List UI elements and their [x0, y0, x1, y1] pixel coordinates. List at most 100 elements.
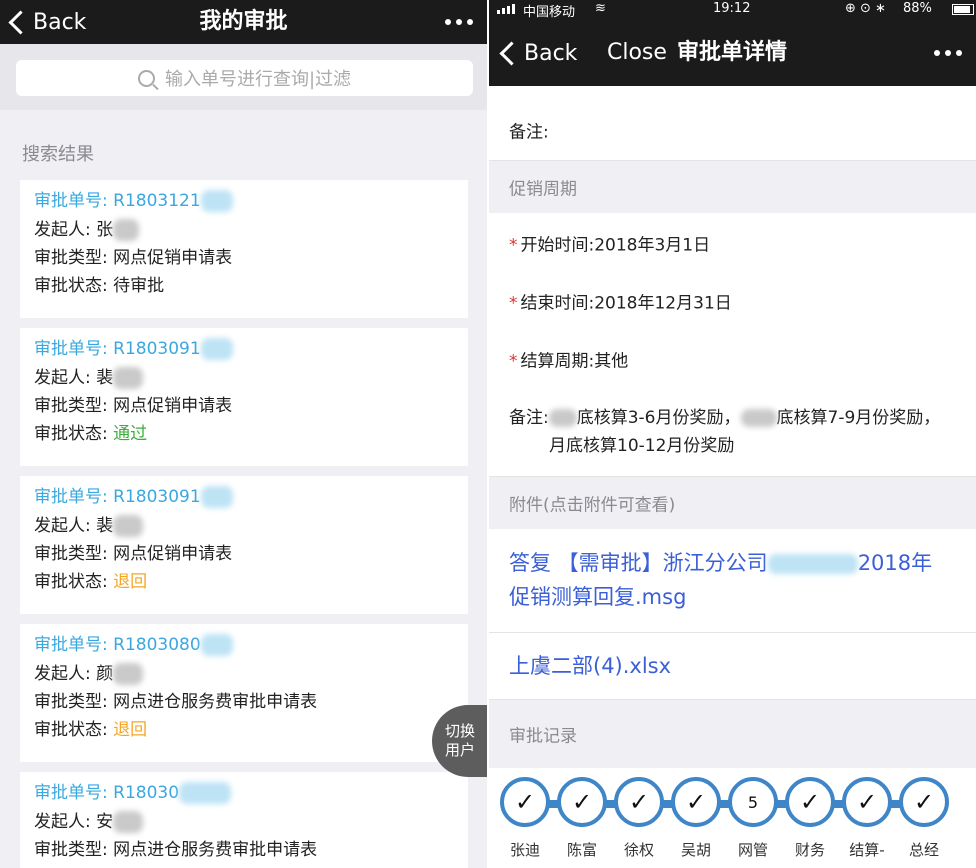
approver[interactable]: ✓ 总经	[899, 777, 949, 860]
approver[interactable]: ✓ 徐权	[614, 777, 664, 860]
more-button[interactable]	[445, 0, 473, 44]
approver-name: 财务	[794, 841, 825, 859]
chevron-left-icon	[8, 9, 33, 35]
close-button[interactable]: Close	[607, 20, 667, 86]
approval-detail-screen: 中国移动 ≋ 19:12 ⊕ ⊙ ∗ 88% Back Close 审批单详情 …	[489, 0, 976, 868]
nav-bar: Back Close 审批单详情	[489, 20, 976, 86]
attachment-line-2: 促销测算回复.msg	[509, 585, 687, 609]
approval-list-screen: Back 我的审批 输入单号进行查询|过滤 搜索结果 审批单号: R180312…	[0, 0, 487, 868]
approval-type: 审批类型: 网点进仓服务费审批申请表	[34, 840, 318, 860]
attachment-text-1a: 答复 【需审批】浙江分公司	[509, 551, 768, 575]
status-badge: 待审批	[113, 276, 165, 296]
redacted-blur	[113, 811, 144, 833]
approval-id: 审批单号: R1803080	[34, 630, 454, 660]
start-time-row: * 开始时间:2018年3月1日	[489, 214, 976, 273]
approval-id: 审批单号: R1803121	[34, 186, 454, 216]
approval-id: 审批单号: R1803091	[34, 482, 454, 512]
more-dot	[956, 50, 962, 56]
approval-status: 审批状态: 待审批	[34, 272, 454, 300]
search-input[interactable]: 输入单号进行查询|过滤	[16, 60, 473, 96]
approver[interactable]: ✓ 财务	[785, 777, 835, 860]
approver-name: 网管	[737, 841, 768, 859]
search-placeholder: 输入单号进行查询|过滤	[164, 69, 352, 90]
approval-record: ✓ 张迪 ✓ 陈富 ✓ 徐权 ✓ 吴胡 5 网管 ✓ 财务 ✓ 结算- ✓ 总经	[489, 770, 976, 868]
start-time-text: 开始时间:2018年3月1日	[520, 235, 711, 256]
more-button[interactable]	[934, 20, 962, 86]
approval-card[interactable]: 审批单号: R18030 发起人: 安 审批类型: 网点进仓服务费审批申请表	[20, 772, 468, 868]
initiator-text: 发起人: 张	[34, 220, 114, 240]
attachment-item[interactable]: 答复 【需审批】浙江分公司 2018年 促销测算回复.msg	[489, 530, 976, 633]
status-badge: 退回	[113, 572, 148, 592]
more-dot	[467, 19, 473, 25]
section-header: 审批记录	[489, 700, 976, 768]
settle-cycle-text: 结算周期:其他	[520, 351, 629, 372]
approval-type: 审批类型: 网点促销申请表	[34, 544, 233, 564]
nav-bar: Back 我的审批	[0, 0, 487, 44]
approval-id: 审批单号: R18030	[34, 778, 454, 808]
redacted-blur	[113, 515, 144, 537]
status-icons: ⊕ ⊙ ∗	[845, 1, 886, 16]
check-icon: ✓	[842, 777, 892, 827]
initiator-text: 发起人: 裴	[34, 368, 114, 388]
redacted-blur	[113, 367, 144, 389]
required-mark: *	[509, 351, 518, 372]
clock: 19:12	[713, 1, 751, 16]
signal-bar	[497, 10, 500, 14]
approval-card[interactable]: 审批单号: R1803121 发起人: 张 审批类型: 网点促销申请表 审批状态…	[20, 180, 468, 318]
more-dots-icon	[934, 50, 940, 56]
approval-card[interactable]: 审批单号: R1803080 发起人: 颜 审批类型: 网点进仓服务费审批申请表…	[20, 624, 468, 762]
initiator-text: 发起人: 裴	[34, 516, 114, 536]
back-button[interactable]: Back	[499, 20, 578, 86]
remark-line-2: 月底核算10-12月份奖励	[509, 432, 940, 460]
approver-name: 徐权	[623, 841, 654, 859]
attachment-text-1b: 2018年	[857, 551, 933, 575]
chevron-left-icon	[499, 40, 524, 66]
back-label: Back	[33, 9, 87, 35]
battery-icon	[952, 4, 974, 15]
section-title: 促销周期	[509, 179, 577, 200]
attachment-link[interactable]: 答复 【需审批】浙江分公司 2018年 促销测算回复.msg	[509, 546, 932, 614]
approval-type: 审批类型: 网点促销申请表	[34, 248, 233, 268]
status-label: 审批状态:	[34, 572, 114, 592]
approver[interactable]: 5 网管	[728, 777, 778, 860]
redacted-blur	[767, 554, 858, 574]
approval-id-text: 审批单号: R1803091	[34, 487, 201, 507]
end-time-row: * 结束时间:2018年12月31日	[489, 272, 976, 331]
signal-icon	[497, 4, 515, 14]
remark-detail-row: 备注: 底核算3-6月份奖励， 底核算7-9月份奖励， 月底核算10-12月份奖励	[489, 388, 976, 477]
initiator-text: 发起人: 安	[34, 812, 114, 832]
approval-status: 审批状态: 退回	[34, 716, 454, 744]
remark-text: 备注:	[509, 122, 549, 143]
check-icon: ✓	[614, 777, 664, 827]
initiator: 发起人: 颜	[34, 660, 454, 688]
approver[interactable]: ✓ 结算-	[842, 777, 892, 860]
wifi-icon: ≋	[595, 1, 606, 16]
approver[interactable]: ✓ 张迪	[500, 777, 550, 860]
remark-line-1: 备注: 底核算3-6月份奖励， 底核算7-9月份奖励，	[509, 404, 940, 432]
redacted-blur	[200, 338, 233, 360]
signal-bar	[512, 4, 515, 14]
status-bar: 中国移动 ≋ 19:12 ⊕ ⊙ ∗ 88%	[489, 0, 976, 20]
approver[interactable]: ✓ 吴胡	[671, 777, 721, 860]
back-button[interactable]: Back	[8, 0, 87, 44]
settle-cycle: * 结算周期:其他	[509, 347, 628, 372]
switch-user-label: 切换 用户	[445, 722, 475, 760]
approval-id-text: 审批单号: R1803080	[34, 635, 201, 655]
attachment-link[interactable]: 上虞二部(4).xlsx	[509, 649, 671, 683]
attachment-item[interactable]: 上虞二部(4).xlsx	[489, 633, 976, 700]
search-icon	[137, 69, 155, 87]
approval-type: 审批类型: 网点促销申请表	[34, 396, 233, 416]
approval-card[interactable]: 审批单号: R1803091 发起人: 裴 审批类型: 网点促销申请表 审批状态…	[20, 328, 468, 466]
check-icon: ✓	[671, 777, 721, 827]
status-label: 审批状态:	[34, 720, 114, 740]
more-dots-icon	[445, 19, 451, 25]
approval-card[interactable]: 审批单号: R1803091 发起人: 裴 审批类型: 网点促销申请表 审批状态…	[20, 476, 468, 614]
remark-text-2: 月底核算10-12月份奖励	[549, 436, 735, 456]
back-label: Back	[524, 40, 578, 66]
status-badge: 退回	[113, 720, 148, 740]
switch-line-2: 用户	[444, 741, 475, 759]
redacted-blur	[113, 663, 144, 685]
remark-text-1b: 底核算7-9月份奖励，	[776, 408, 941, 428]
approver[interactable]: ✓ 陈富	[557, 777, 607, 860]
initiator: 发起人: 张	[34, 216, 454, 244]
